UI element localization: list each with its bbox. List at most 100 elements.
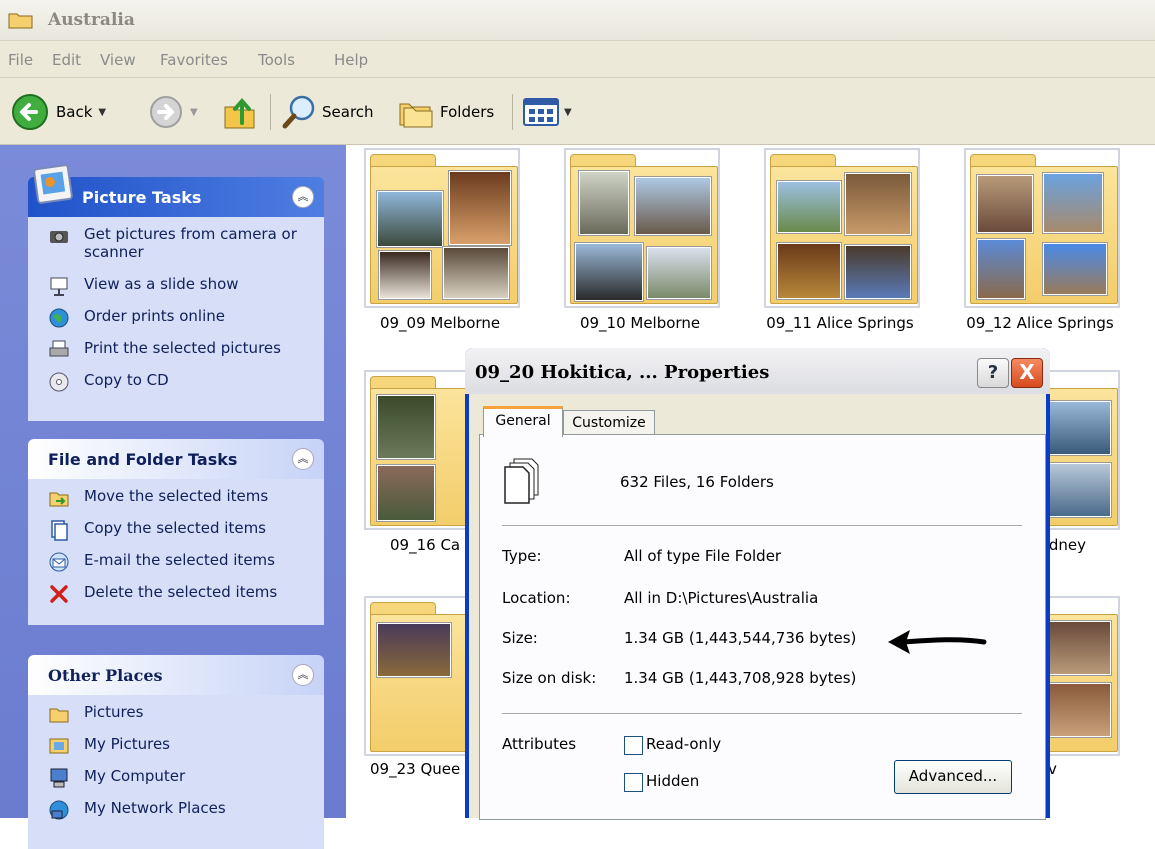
back-label: Back — [56, 103, 93, 121]
dialog-title: 09_20 Hokitica, ... Properties — [475, 362, 770, 383]
cd-icon — [49, 372, 69, 392]
picture-tasks-title: Picture Tasks — [82, 188, 202, 207]
folders-icon — [399, 103, 433, 128]
other-places-header[interactable]: Other Places ︽ — [28, 655, 324, 695]
divider — [502, 713, 1022, 715]
folders-button[interactable]: Folders — [398, 92, 494, 132]
size-label: Size: — [502, 629, 538, 647]
annotation-arrow-icon — [888, 630, 987, 654]
menu-view[interactable]: View — [100, 51, 136, 69]
folder-icon — [49, 708, 69, 723]
tab-general[interactable]: General — [483, 406, 563, 437]
toolbar: Back ▼ ▼ Search Folders ▼ — [0, 78, 1155, 145]
advanced-button[interactable]: Advanced... — [894, 760, 1012, 794]
size-value: 1.34 GB (1,443,544,736 bytes) — [624, 629, 857, 647]
views-button[interactable]: ▼ — [522, 92, 572, 132]
hidden-checkbox[interactable] — [624, 773, 643, 792]
back-dropdown-icon[interactable]: ▼ — [98, 107, 106, 118]
forward-button[interactable]: ▼ — [148, 92, 198, 132]
computer-icon — [50, 768, 68, 788]
my-pictures-icon — [49, 738, 69, 754]
type-value: All of type File Folder — [624, 547, 782, 565]
menu-bar: File Edit View Favorites Tools Help — [0, 41, 1155, 78]
collapse-chevron-icon[interactable]: ︽ — [292, 186, 314, 208]
task-get-pictures[interactable]: Get pictures from camera or scanner — [28, 223, 324, 273]
folder-icon — [8, 13, 33, 29]
picture-tasks-header[interactable]: Picture Tasks ︽ — [28, 164, 324, 217]
views-dropdown-icon[interactable]: ▼ — [564, 107, 572, 118]
task-slide-show[interactable]: View as a slide show — [28, 273, 324, 305]
menu-help[interactable]: Help — [334, 51, 368, 69]
folder-name[interactable]: v — [1048, 760, 1088, 778]
up-folder-icon — [224, 97, 255, 129]
folder-name[interactable]: 09_09 Melborne — [345, 314, 535, 332]
task-delete-items[interactable]: Delete the selected items — [28, 581, 324, 613]
menu-edit[interactable]: Edit — [52, 51, 81, 69]
collapse-chevron-icon[interactable]: ︽ — [292, 664, 314, 686]
move-folder-icon — [49, 492, 69, 507]
up-folder-button[interactable] — [222, 92, 258, 132]
copy-icon — [51, 520, 68, 541]
forward-dropdown-icon[interactable]: ▼ — [190, 107, 198, 118]
file-folder-tasks-title: File and Folder Tasks — [48, 450, 238, 469]
location-label: Location: — [502, 589, 571, 607]
dialog-client: General Customize 632 Files, 16 Folders … — [469, 394, 1046, 820]
window-titlebar[interactable]: Australia — [0, 0, 1155, 41]
folder-thumbnail[interactable] — [764, 148, 920, 308]
properties-dialog: 09_20 Hokitica, ... Properties ? X Gener… — [465, 348, 1050, 820]
close-button[interactable]: X — [1011, 358, 1043, 388]
folder-name[interactable]: 09_23 Quee — [370, 760, 470, 778]
other-places-title: Other Places — [48, 666, 163, 685]
forward-arrow-icon — [150, 96, 182, 128]
folder-name[interactable]: 09_11 Alice Springs — [745, 314, 935, 332]
menu-file[interactable]: File — [8, 51, 33, 69]
delete-x-icon — [50, 585, 68, 603]
readonly-checkbox[interactable] — [624, 736, 643, 755]
dialog-titlebar[interactable]: 09_20 Hokitica, ... Properties ? X — [465, 348, 1050, 394]
collapse-chevron-icon[interactable]: ︽ — [292, 448, 314, 470]
place-my-computer[interactable]: My Computer — [28, 765, 324, 797]
folder-name[interactable]: ydney — [1040, 536, 1130, 554]
place-my-pictures[interactable]: My Pictures — [28, 733, 324, 765]
views-icon — [523, 98, 559, 126]
size-on-disk-value: 1.34 GB (1,443,708,928 bytes) — [624, 669, 857, 687]
menu-tools[interactable]: Tools — [258, 51, 295, 69]
file-folder-tasks-header[interactable]: File and Folder Tasks ︽ — [28, 439, 324, 479]
file-folder-tasks-body: Move the selected items Copy the selecte… — [28, 479, 324, 625]
globe-icon — [49, 308, 69, 328]
task-order-prints[interactable]: Order prints online — [28, 305, 324, 337]
task-copy-items[interactable]: Copy the selected items — [28, 517, 324, 549]
menu-favorites[interactable]: Favorites — [160, 51, 228, 69]
window-title: Australia — [48, 10, 135, 30]
readonly-label[interactable]: Read-only — [646, 735, 721, 753]
folder-name[interactable]: 09_12 Alice Springs — [945, 314, 1135, 332]
help-button[interactable]: ? — [977, 358, 1009, 388]
toolbar-separator — [512, 94, 513, 130]
search-icon — [282, 95, 315, 129]
place-pictures[interactable]: Pictures — [28, 701, 324, 733]
other-places-panel: Other Places ︽ Pictures My Pictures My C… — [28, 655, 324, 849]
slideshow-icon — [50, 277, 68, 296]
task-print-pictures[interactable]: Print the selected pictures — [28, 337, 324, 369]
task-copy-to-cd[interactable]: Copy to CD — [28, 369, 324, 401]
other-places-body: Pictures My Pictures My Computer My Netw… — [28, 695, 324, 849]
folder-thumbnail[interactable] — [364, 148, 520, 308]
size-on-disk-label: Size on disk: — [502, 669, 597, 687]
folder-thumbnail[interactable] — [564, 148, 720, 308]
folders-label: Folders — [440, 103, 495, 121]
file-folder-tasks-panel: File and Folder Tasks ︽ Move the selecte… — [28, 439, 324, 625]
attributes-label: Attributes — [502, 735, 577, 753]
task-pane: Picture Tasks ︽ Get pictures from camera… — [0, 145, 346, 849]
camera-icon — [50, 231, 68, 243]
summary-text: 632 Files, 16 Folders — [620, 473, 774, 491]
search-button[interactable]: Search — [280, 92, 374, 132]
folder-thumbnail[interactable] — [964, 148, 1120, 308]
tab-customize[interactable]: Customize — [563, 410, 655, 436]
back-button[interactable]: Back ▼ — [10, 92, 106, 132]
hidden-label[interactable]: Hidden — [646, 772, 699, 790]
folder-name[interactable]: 09_10 Melborne — [545, 314, 735, 332]
multiple-files-icon — [504, 458, 539, 504]
task-email-items[interactable]: E-mail the selected items — [28, 549, 324, 581]
place-my-network[interactable]: My Network Places — [28, 797, 324, 829]
task-move-items[interactable]: Move the selected items — [28, 485, 324, 517]
